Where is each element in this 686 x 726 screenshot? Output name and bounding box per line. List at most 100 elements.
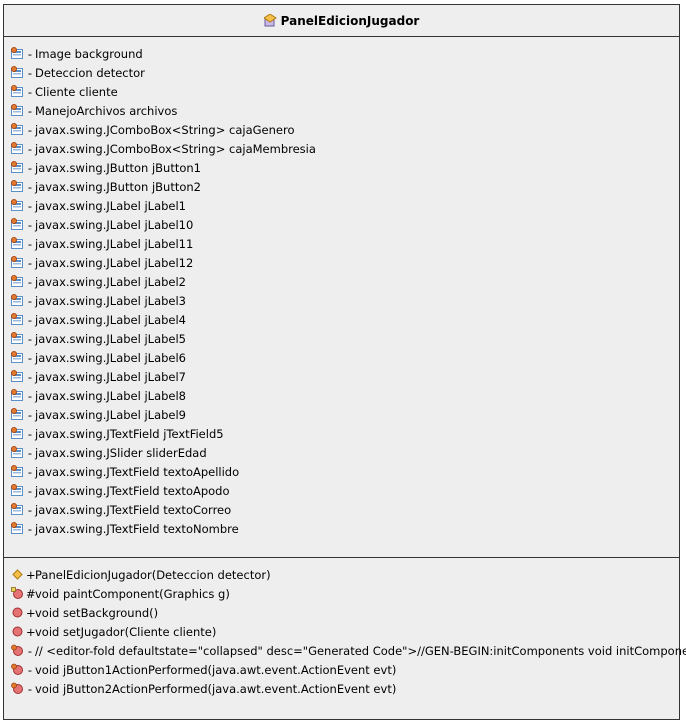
attribute-row-text: javax.swing.JLabel jLabel5 [35, 331, 186, 346]
attribute-row-text: javax.swing.JLabel jLabel7 [35, 369, 186, 384]
attribute-row[interactable]: - javax.swing.JButton jButton1 [11, 158, 316, 177]
attribute-row-text: Image background [35, 46, 143, 61]
private-method-icon [11, 644, 24, 657]
attribute-row[interactable]: - Cliente cliente [11, 82, 316, 101]
attribute-row[interactable]: - javax.swing.JComboBox<String> cajaGener… [11, 120, 316, 139]
attribute-row[interactable]: - javax.swing.JLabel jLabel5 [11, 329, 316, 348]
visibility-marker: - [27, 236, 33, 251]
visibility-marker: # [26, 586, 36, 601]
attribute-row[interactable]: - javax.swing.JLabel jLabel6 [11, 348, 316, 367]
method-row[interactable]: -// <editor-fold defaultstate="collapsed… [11, 641, 686, 660]
visibility-marker: + [26, 605, 36, 620]
visibility-marker: - [27, 388, 33, 403]
attribute-row[interactable]: - javax.swing.JTextField textoCorreo [11, 500, 316, 519]
attribute-row[interactable]: - javax.swing.JLabel jLabel2 [11, 272, 316, 291]
visibility-marker: - [27, 483, 33, 498]
attribute-row[interactable]: - javax.swing.JSlider sliderEdad [11, 443, 316, 462]
field-icon [11, 161, 24, 174]
attribute-row-text: javax.swing.JButton jButton1 [35, 160, 201, 175]
attribute-row-text: Cliente cliente [35, 84, 118, 99]
method-row-text: void jButton2ActionPerformed(java.awt.ev… [35, 681, 397, 696]
attribute-row[interactable]: - javax.swing.JComboBox<String> cajaMembr… [11, 139, 316, 158]
attribute-row[interactable]: - javax.swing.JLabel jLabel10 [11, 215, 316, 234]
attribute-row[interactable]: - javax.swing.JTextField textoApodo [11, 481, 316, 500]
attribute-row[interactable]: - Deteccion detector [11, 63, 316, 82]
attribute-row[interactable]: - javax.swing.JLabel jLabel7 [11, 367, 316, 386]
visibility-marker: - [27, 255, 33, 270]
class-icon [263, 14, 277, 27]
method-row-text: PanelEdicionJugador(Deteccion detector) [35, 567, 271, 582]
field-icon [11, 370, 24, 383]
constructor-icon [11, 568, 24, 581]
visibility-marker: + [26, 624, 36, 639]
field-icon [11, 351, 24, 364]
attribute-row[interactable]: - javax.swing.JTextField textoNombre [11, 519, 316, 538]
field-icon [11, 218, 24, 231]
private-method-icon [11, 682, 24, 695]
attribute-row[interactable]: - javax.swing.JLabel jLabel1 [11, 196, 316, 215]
attribute-row-text: javax.swing.JTextField textoNombre [35, 521, 239, 536]
visibility-marker: - [27, 122, 33, 137]
visibility-marker: - [27, 502, 33, 517]
field-icon [11, 389, 24, 402]
field-icon [11, 522, 24, 535]
visibility-marker: - [27, 312, 33, 327]
field-icon [11, 180, 24, 193]
attribute-row[interactable]: - ManejoArchivos archivos [11, 101, 316, 120]
field-icon [11, 465, 24, 478]
method-row[interactable]: # void paintComponent(Graphics g) [11, 584, 686, 603]
method-row[interactable]: - void jButton2ActionPerformed(java.awt.e… [11, 679, 686, 698]
attribute-row[interactable]: - javax.swing.JLabel jLabel12 [11, 253, 316, 272]
attribute-row[interactable]: - javax.swing.JLabel jLabel11 [11, 234, 316, 253]
visibility-marker: - [27, 84, 33, 99]
visibility-marker: - [27, 464, 33, 479]
method-row[interactable]: + void setJugador(Cliente cliente) [11, 622, 686, 641]
field-icon [11, 313, 24, 326]
visibility-marker: - [27, 350, 33, 365]
protected-method-icon [11, 587, 24, 600]
attribute-list: - Image background - Deteccion detector - Cli… [11, 44, 316, 538]
attribute-row-text: javax.swing.JSlider sliderEdad [35, 445, 207, 460]
visibility-marker: - [27, 141, 33, 156]
attribute-row[interactable]: - javax.swing.JLabel jLabel9 [11, 405, 316, 424]
method-row[interactable]: + void setBackground() [11, 603, 686, 622]
attribute-row-text: javax.swing.JComboBox<String> cajaGenero [35, 122, 295, 137]
visibility-marker: - [27, 179, 33, 194]
method-row[interactable]: - void jButton1ActionPerformed(java.awt.e… [11, 660, 686, 679]
attribute-row[interactable]: - javax.swing.JButton jButton2 [11, 177, 316, 196]
attribute-row-text: javax.swing.JTextField textoCorreo [35, 502, 232, 517]
visibility-marker: - [27, 160, 33, 175]
attribute-row[interactable]: - javax.swing.JLabel jLabel3 [11, 291, 316, 310]
visibility-marker: - [27, 198, 33, 213]
field-icon [11, 85, 24, 98]
visibility-marker: - [27, 445, 33, 460]
attribute-row[interactable]: - Image background [11, 44, 316, 63]
method-row-text: void setJugador(Cliente cliente) [35, 624, 217, 639]
uml-class-box[interactable]: PanelEdicionJugador - Image background - De… [3, 4, 686, 720]
attribute-row[interactable]: - javax.swing.JLabel jLabel4 [11, 310, 316, 329]
public-method-icon [11, 625, 24, 638]
attribute-row[interactable]: - javax.swing.JTextField jTextField5 [11, 424, 316, 443]
method-row-text: // <editor-fold defaultstate="collapsed"… [35, 643, 686, 658]
visibility-marker: + [26, 567, 36, 582]
field-icon [11, 256, 24, 269]
method-row-text: void paintComponent(Graphics g) [35, 586, 230, 601]
field-icon [11, 408, 24, 421]
visibility-marker: - [27, 331, 33, 346]
visibility-marker: - [27, 407, 33, 422]
attribute-row[interactable]: - javax.swing.JLabel jLabel8 [11, 386, 316, 405]
method-row-text: void jButton1ActionPerformed(java.awt.ev… [35, 662, 397, 677]
field-icon [11, 123, 24, 136]
visibility-marker: - [27, 65, 33, 80]
method-row[interactable]: + PanelEdicionJugador(Deteccion detector) [11, 565, 686, 584]
visibility-marker: - [27, 46, 33, 61]
attribute-row-text: javax.swing.JTextField textoApodo [35, 483, 230, 498]
visibility-marker: - [27, 293, 33, 308]
attribute-row-text: javax.swing.JLabel jLabel9 [35, 407, 186, 422]
attribute-row-text: javax.swing.JLabel jLabel6 [35, 350, 186, 365]
field-icon [11, 275, 24, 288]
field-icon [11, 446, 24, 459]
attribute-row[interactable]: - javax.swing.JTextField textoApellido [11, 462, 316, 481]
visibility-marker: - [27, 662, 33, 677]
field-icon [11, 503, 24, 516]
